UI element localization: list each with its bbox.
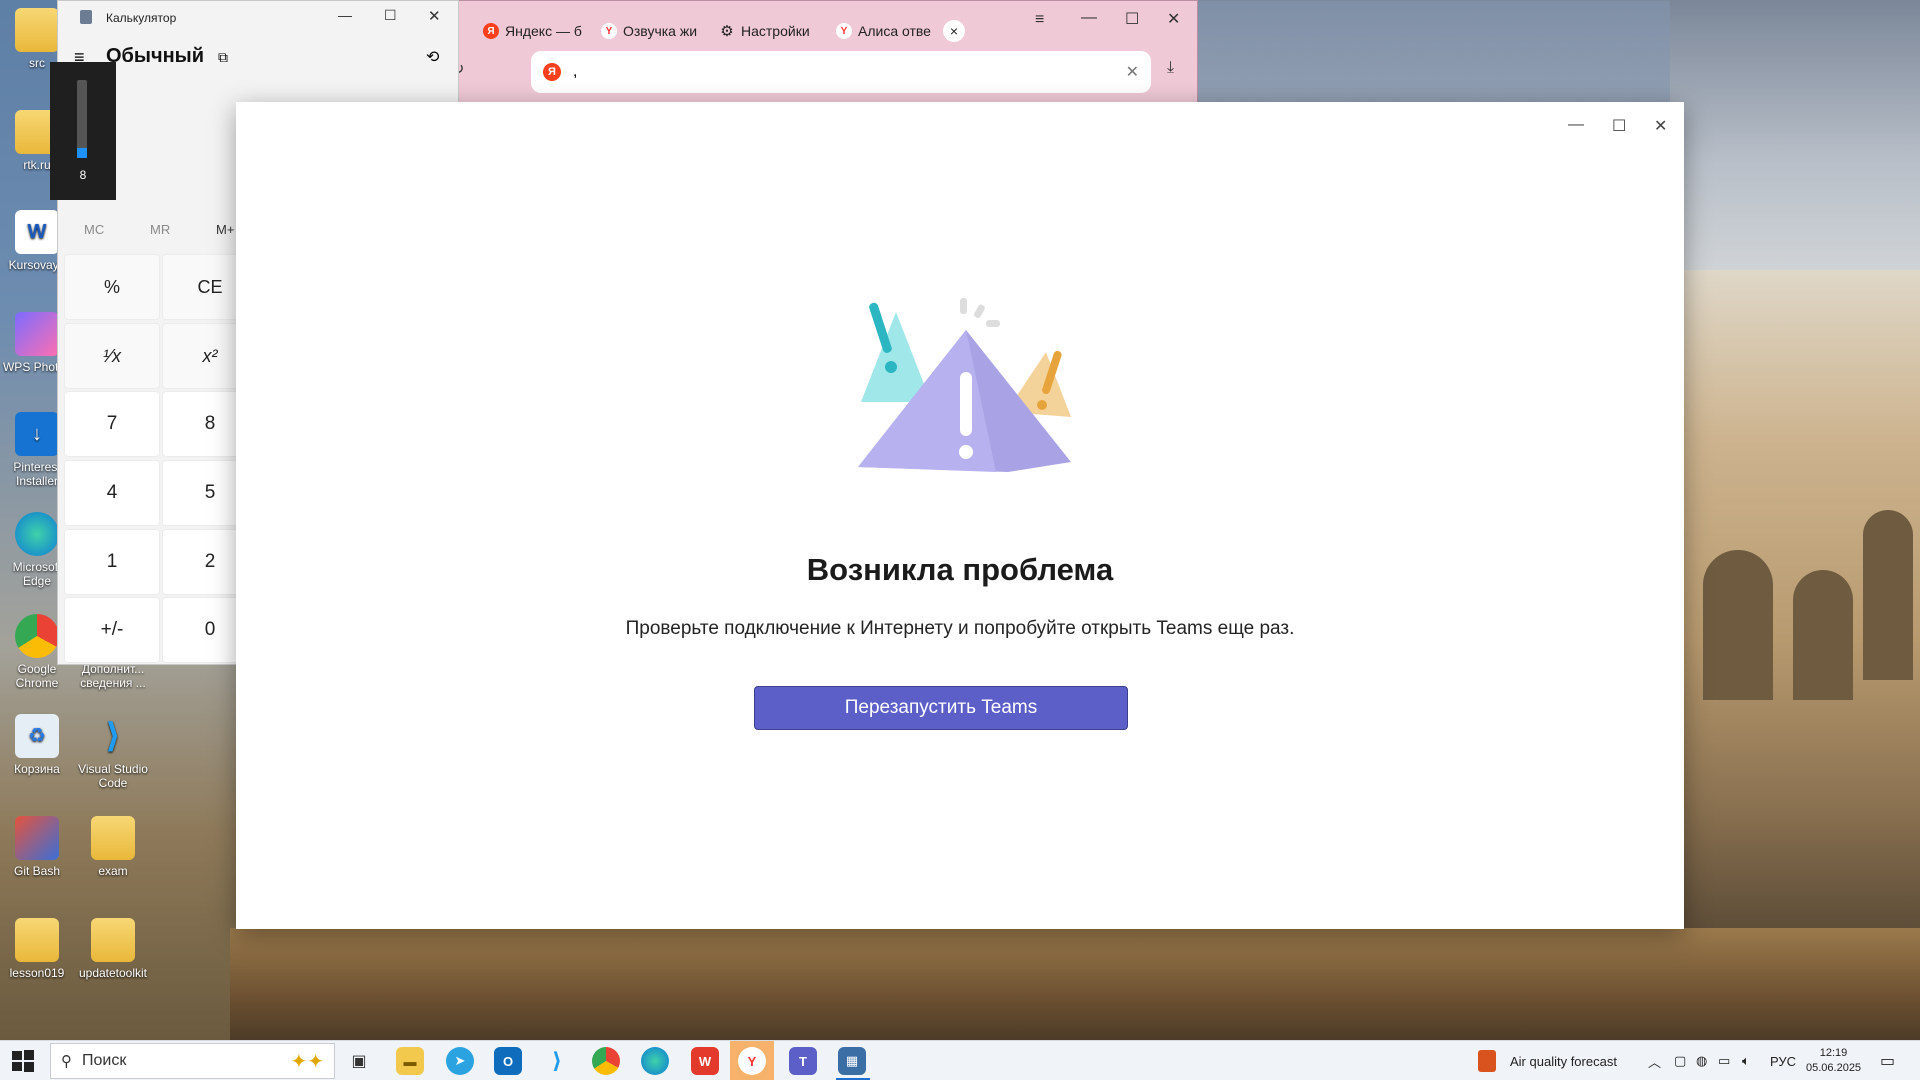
yandex-icon: Я — [483, 23, 499, 39]
calculator-mode: Обычный — [106, 45, 205, 67]
wps-office-icon[interactable]: W — [691, 1047, 719, 1075]
browser-tab-settings[interactable]: ⚙ Настройки — [719, 16, 809, 46]
negate-button[interactable]: +/- — [64, 597, 160, 663]
address-bar[interactable]: Я , ✕ — [531, 51, 1151, 93]
digit-1-button[interactable]: 1 — [64, 529, 160, 595]
desktop-icon-updatetoolkit[interactable]: updatetoolkit — [74, 918, 152, 980]
file-explorer-icon[interactable]: ▬ — [396, 1047, 424, 1075]
browser-tab-4[interactable]: Y Алиса отве × — [836, 16, 965, 46]
vscode-icon: ⟩ — [105, 717, 121, 755]
taskbar: ⚲ Поиск ✦✦ ▣ ▬ ➤ O ⟩ W Y T ▦ Air quality… — [0, 1040, 1920, 1080]
edge-icon — [15, 512, 59, 556]
close-icon[interactable]: ✕ — [1167, 9, 1180, 29]
minimize-icon[interactable]: — — [1568, 116, 1584, 134]
minimize-icon[interactable]: — — [1081, 9, 1097, 27]
vscode-icon[interactable]: ⟩ — [543, 1047, 571, 1075]
chrome-icon — [15, 614, 59, 658]
yandex-browser-icon: Y — [836, 23, 852, 39]
desktop-icon-vscode[interactable]: ⟩ Visual Studio Code — [74, 714, 152, 790]
telegram-icon[interactable]: ➤ — [446, 1047, 474, 1075]
browser-tab-1[interactable]: Я Яндекс — б — [483, 16, 582, 46]
download-arrow-icon: ↓ — [15, 412, 59, 456]
search-icon: ⚲ — [61, 1053, 72, 1070]
desktop-icon-recycle-bin[interactable]: ♻ Корзина — [0, 714, 76, 776]
recycle-bin-icon: ♻ — [15, 714, 59, 758]
error-title: Возникла проблема — [806, 552, 1114, 587]
close-icon[interactable]: ✕ — [428, 7, 441, 25]
volume-fill — [77, 148, 87, 158]
clear-icon[interactable]: ✕ — [1126, 62, 1139, 82]
close-tab-icon[interactable]: × — [942, 20, 965, 42]
calculator-app-icon — [80, 10, 92, 24]
warning-illustration-icon — [858, 298, 1071, 472]
chrome-icon[interactable] — [592, 1047, 620, 1075]
download-icon[interactable]: ⤓ — [1167, 59, 1174, 77]
volume-indicator: 8 — [50, 62, 116, 200]
history-icon[interactable]: ⟲ — [426, 47, 439, 67]
task-view-icon[interactable]: ▣ — [345, 1047, 373, 1075]
browser-tab-2[interactable]: Y Озвучка жи — [601, 16, 697, 46]
wps-photos-icon — [15, 312, 59, 356]
percent-button[interactable]: % — [64, 254, 160, 320]
yandex-icon: Я — [543, 63, 561, 81]
notifications-icon[interactable]: ▭ — [1880, 1041, 1895, 1080]
meet-now-icon[interactable]: ▢ — [1674, 1041, 1686, 1080]
wallpaper-cliff — [230, 928, 1920, 1040]
folder-icon — [91, 816, 135, 860]
desktop-icon-git-bash[interactable]: Git Bash — [0, 816, 76, 878]
desktop-icon-exam[interactable]: exam — [74, 816, 152, 878]
calculator-icon[interactable]: ▦ — [838, 1047, 866, 1075]
menu-icon[interactable]: ≡ — [1035, 11, 1044, 29]
volume-icon[interactable]: 🔈︎ — [1742, 1041, 1750, 1080]
battery-icon[interactable]: ▭ — [1718, 1041, 1730, 1080]
volume-level: 8 — [79, 168, 87, 182]
gear-icon: ⚙ — [720, 23, 734, 40]
calculator-title: Калькулятор — [106, 11, 177, 25]
keep-on-top-icon[interactable]: ⧉ — [218, 49, 228, 66]
yandex-browser-icon: Y — [601, 23, 617, 39]
memory-add-button[interactable]: M+ — [216, 222, 234, 237]
error-message: Проверьте подключение к Интернету и попр… — [625, 618, 1295, 639]
folder-icon — [15, 918, 59, 962]
volume-bar — [77, 80, 87, 158]
restart-teams-button[interactable]: Перезапустить Teams — [754, 686, 1128, 730]
weather-widget[interactable]: Air quality forecast — [1478, 1041, 1617, 1080]
air-quality-icon — [1478, 1050, 1496, 1072]
maximize-icon[interactable]: ☐ — [1612, 116, 1626, 136]
minimize-icon[interactable]: — — [338, 7, 352, 23]
yandex-browser-icon[interactable]: Y — [738, 1047, 766, 1075]
taskbar-search-box[interactable]: ⚲ Поиск ✦✦ — [50, 1043, 335, 1079]
network-icon[interactable]: ◍ — [1696, 1041, 1707, 1080]
digit-7-button[interactable]: 7 — [64, 391, 160, 457]
memory-clear-button[interactable]: MC — [84, 222, 104, 237]
memory-recall-button[interactable]: MR — [150, 222, 170, 237]
desktop-icon-lesson019[interactable]: lesson019 — [0, 918, 76, 980]
word-document-icon: W — [15, 210, 59, 254]
close-icon[interactable]: ✕ — [1654, 116, 1667, 136]
wallpaper-town — [1683, 270, 1920, 940]
outlook-icon[interactable]: O — [494, 1047, 522, 1075]
language-indicator[interactable]: РУС — [1770, 1041, 1796, 1080]
maximize-icon[interactable]: ☐ — [384, 7, 397, 24]
sparkle-icon: ✦✦ — [290, 1050, 324, 1073]
show-hidden-icons[interactable]: ︿ — [1648, 1041, 1661, 1080]
teams-error-window: — ☐ ✕ Возникла проблема Проверьте подклю… — [236, 102, 1684, 929]
teams-icon[interactable]: T — [789, 1047, 817, 1075]
wallpaper-sky — [1670, 0, 1920, 270]
windows-start-icon[interactable] — [10, 1049, 36, 1073]
edge-icon[interactable] — [641, 1047, 669, 1075]
reciprocal-button[interactable]: ¹⁄x — [64, 323, 160, 389]
folder-icon — [15, 8, 59, 52]
maximize-icon[interactable]: ☐ — [1125, 9, 1139, 29]
git-bash-icon — [15, 816, 59, 860]
folder-icon — [91, 918, 135, 962]
digit-4-button[interactable]: 4 — [64, 460, 160, 526]
yandex-browser-window: Я Яндекс — б Y Озвучка жи ⚙ Настройки Y … — [451, 0, 1198, 110]
clock[interactable]: 12:19 05.06.2025 — [1806, 1041, 1861, 1080]
